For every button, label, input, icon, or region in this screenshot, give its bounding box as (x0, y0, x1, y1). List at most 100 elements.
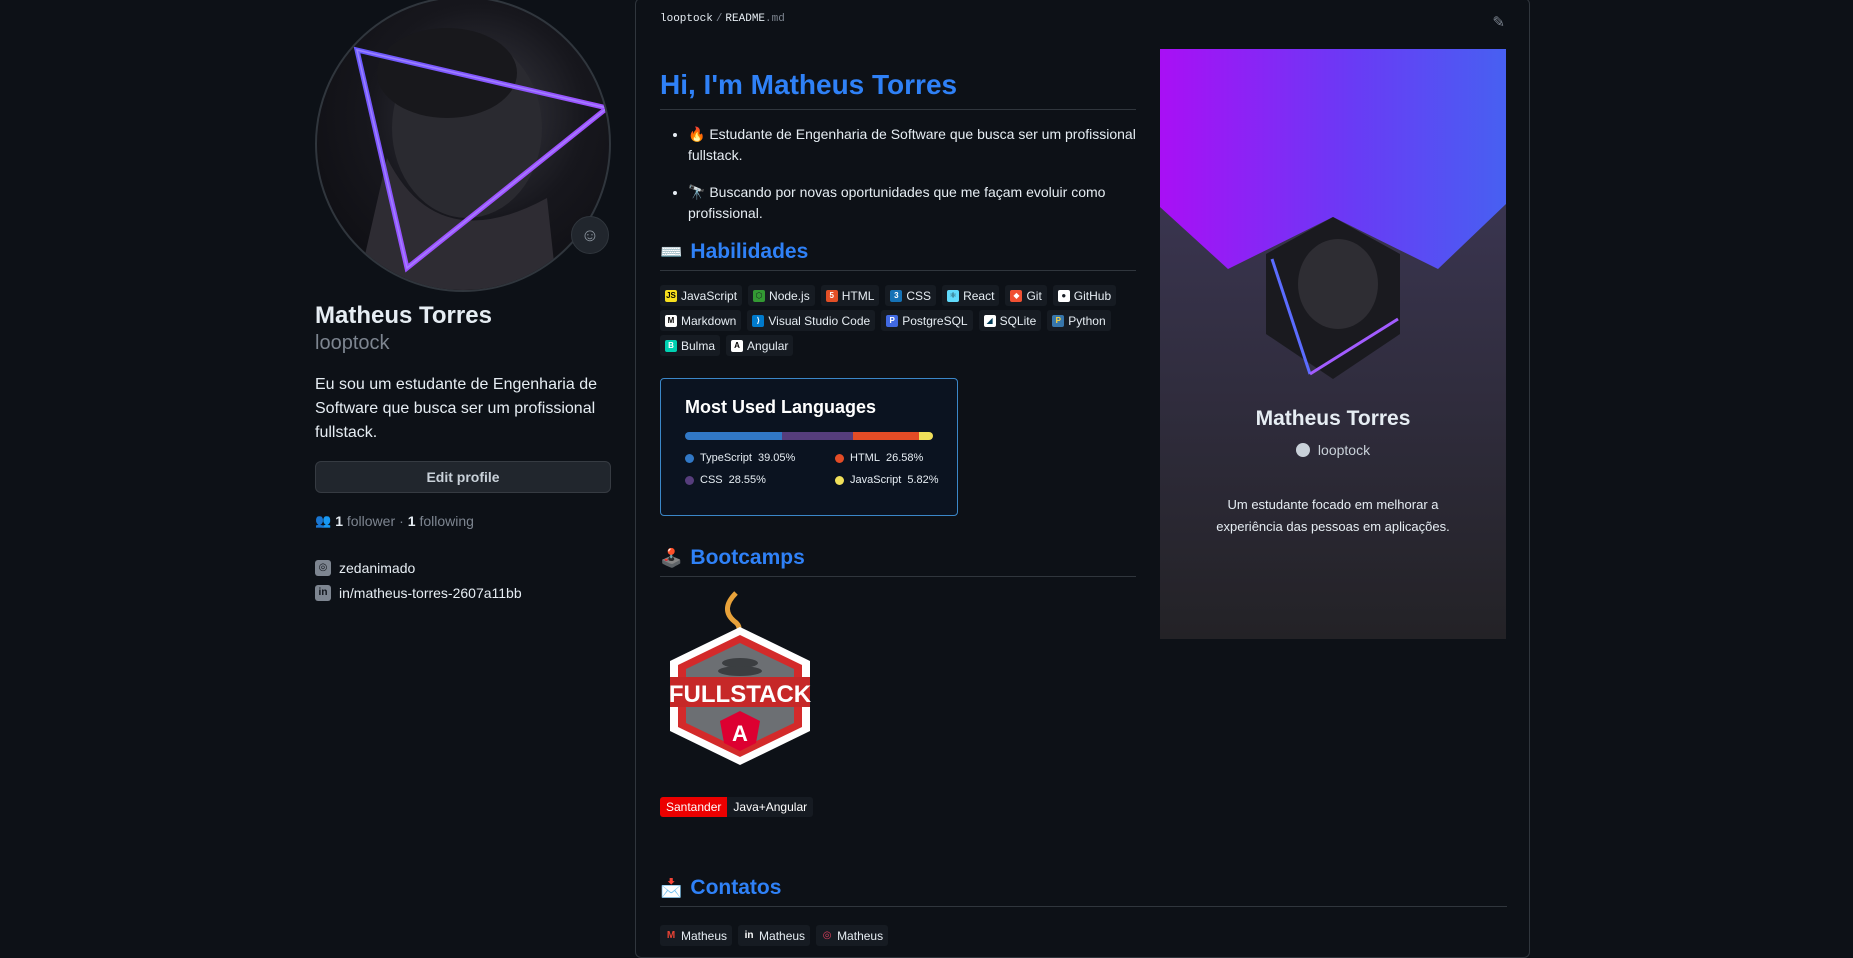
skill-badge-html[interactable]: 5 HTML (820, 285, 880, 306)
skill-badge-css[interactable]: 3 CSS (885, 285, 937, 306)
people-icon: 👥 (315, 513, 332, 528)
git-icon: ◆ (1010, 289, 1023, 302)
skill-label: Markdown (681, 313, 737, 328)
skill-badge-git[interactable]: ◆ Git (1005, 285, 1047, 306)
skill-badge-python[interactable]: P Python (1047, 310, 1111, 331)
language-bar-segment-css (781, 432, 853, 440)
santander-bootcamp-badge[interactable]: Santander Java+Angular (660, 797, 1136, 817)
contact-badge-gmail[interactable]: M Matheus (660, 925, 733, 946)
contact-badge-instagram[interactable]: ◎ Matheus (816, 925, 889, 946)
avatar-container: ☺ (315, 0, 611, 292)
contact-label: Matheus (837, 928, 884, 943)
github-icon (1295, 443, 1310, 457)
language-dot (835, 453, 844, 463)
linkedin-icon: in (315, 584, 331, 601)
social-link-instagram[interactable]: ◎ zedanimado (315, 555, 611, 580)
keyboard-icon: ⌨️ (660, 241, 683, 262)
skill-label: React (963, 288, 995, 303)
skill-badge-visual-studio-code[interactable]: ⟩ Visual Studio Code (747, 310, 876, 331)
skills-heading: ⌨️ Habilidades (660, 240, 1136, 271)
joystick-icon: 🕹️ (660, 547, 683, 568)
set-status-button[interactable]: ☺ (571, 216, 609, 254)
edit-profile-button[interactable]: Edit profile (315, 461, 611, 493)
skill-label: Python (1068, 313, 1106, 328)
language-bar-segment-javascript (918, 432, 933, 440)
fullstack-angular-badge[interactable]: FULLSTACK A (660, 591, 820, 767)
language-dot (685, 475, 694, 485)
list-item: 🔭 Buscando por novas oportunidades que m… (688, 182, 1136, 224)
card-description: Um estudante focado em melhorar a experi… (1216, 497, 1450, 534)
smiley-icon: ☺ (580, 224, 600, 245)
skill-badge-sqlite[interactable]: ◢ SQLite (978, 310, 1042, 331)
skill-label: Git (1026, 288, 1042, 303)
profile-sidebar: ☺ Matheus Torres looptock Eu sou um estu… (315, 0, 611, 605)
skill-label: Node.js (769, 288, 810, 303)
card-login: looptock (1160, 442, 1506, 458)
vscode-icon: ⟩ (752, 314, 765, 327)
readme-heading: Hi, I'm Matheus Torres (660, 69, 1136, 110)
language-css: CSS 28.55% (685, 474, 835, 486)
social-link-text: zedanimado (339, 559, 416, 576)
breadcrumb-user[interactable]: looptock (660, 13, 713, 25)
skill-badge-react[interactable]: ⚛ React (942, 285, 1000, 306)
language-dot (685, 453, 694, 463)
skill-badge-bulma[interactable]: B Bulma (660, 335, 721, 356)
edit-readme-pencil-icon[interactable]: ✎ (1492, 13, 1505, 31)
social-link-text: in/matheus-torres-2607a11bb (339, 584, 522, 601)
fire-icon: 🔥 (688, 126, 706, 142)
skill-label: GitHub (1073, 288, 1112, 303)
language-bar-segment-html (852, 432, 919, 440)
linkedin-icon: in (744, 930, 754, 941)
bulma-icon: B (665, 339, 677, 352)
contact-label: Matheus (681, 928, 728, 943)
skill-label: Bulma (681, 338, 716, 353)
breadcrumb: looptock / README.md (660, 13, 785, 25)
language-javascript: JavaScript 5.82% (835, 474, 945, 486)
contacts-heading: 📩 Contatos (660, 876, 1507, 907)
most-used-languages-card: Most Used Languages TypeScript 39.05% HTM… (660, 378, 958, 516)
card-name: Matheus Torres (1255, 407, 1411, 430)
skill-badge-javascript[interactable]: JS JavaScript (660, 285, 743, 306)
python-icon: P (1052, 314, 1065, 327)
contacts-badges: M Matheus in Matheus ◎ Matheus (660, 925, 1507, 946)
contact-label: Matheus (759, 928, 806, 943)
nodejs-icon: ⬡ (753, 289, 766, 302)
skill-badge-node-js[interactable]: ⬡ Node.js (748, 285, 815, 306)
skill-label: Angular (747, 338, 789, 353)
santander-value: Java+Angular (727, 797, 814, 817)
avatar[interactable] (315, 0, 611, 292)
skill-label: SQLite (999, 313, 1037, 328)
skill-badge-github[interactable]: ● GitHub (1052, 285, 1117, 306)
language-html: HTML 26.58% (835, 452, 945, 464)
social-link-linkedin[interactable]: in in/matheus-torres-2607a11bb (315, 580, 611, 605)
instagram-icon: ◎ (315, 559, 331, 576)
card-background (1160, 49, 1506, 639)
follow-stats: 👥 1 follower · 1 following (315, 513, 611, 529)
social-links: ◎ zedanimado in in/matheus-torres-2607a1… (315, 555, 611, 605)
html-icon: 5 (825, 289, 838, 302)
follow-separator: · (399, 513, 404, 529)
envelope-icon: 📩 (660, 877, 683, 898)
svg-text:FULLSTACK: FULLSTACK (669, 681, 812, 708)
react-icon: ⚛ (947, 289, 960, 302)
gmail-icon: M (666, 930, 676, 941)
skill-badge-angular[interactable]: A Angular (726, 335, 794, 356)
profile-card: Matheus Torres looptock Um estudante foc… (1160, 49, 1506, 639)
contact-badge-linkedin[interactable]: in Matheus (738, 925, 811, 946)
following-link[interactable]: 1 following (408, 513, 474, 529)
skill-badge-postgresql[interactable]: P PostgreSQL (881, 310, 973, 331)
sqlite-icon: ◢ (983, 314, 996, 327)
github-icon: ● (1057, 289, 1070, 302)
skill-badge-markdown[interactable]: M Markdown (660, 310, 742, 331)
angular-icon: A (731, 339, 744, 352)
contacts-section: 📩 Contatos M Matheus in Matheus ◎ Matheus (660, 876, 1507, 946)
languages-title: Most Used Languages (685, 397, 877, 417)
skill-label: JavaScript (681, 288, 738, 303)
santander-label: Santander (660, 797, 728, 817)
profile-name: Matheus Torres (315, 302, 492, 329)
followers-link[interactable]: 1 follower (335, 513, 395, 529)
languages-legend: TypeScript 39.05% HTML 26.58% CSS 28.55% Ja… (685, 452, 939, 486)
profile-bio: Eu sou um estudante de Engenharia de Sof… (315, 376, 597, 441)
breadcrumb-file: README (725, 13, 766, 25)
skill-label: CSS (906, 288, 932, 303)
